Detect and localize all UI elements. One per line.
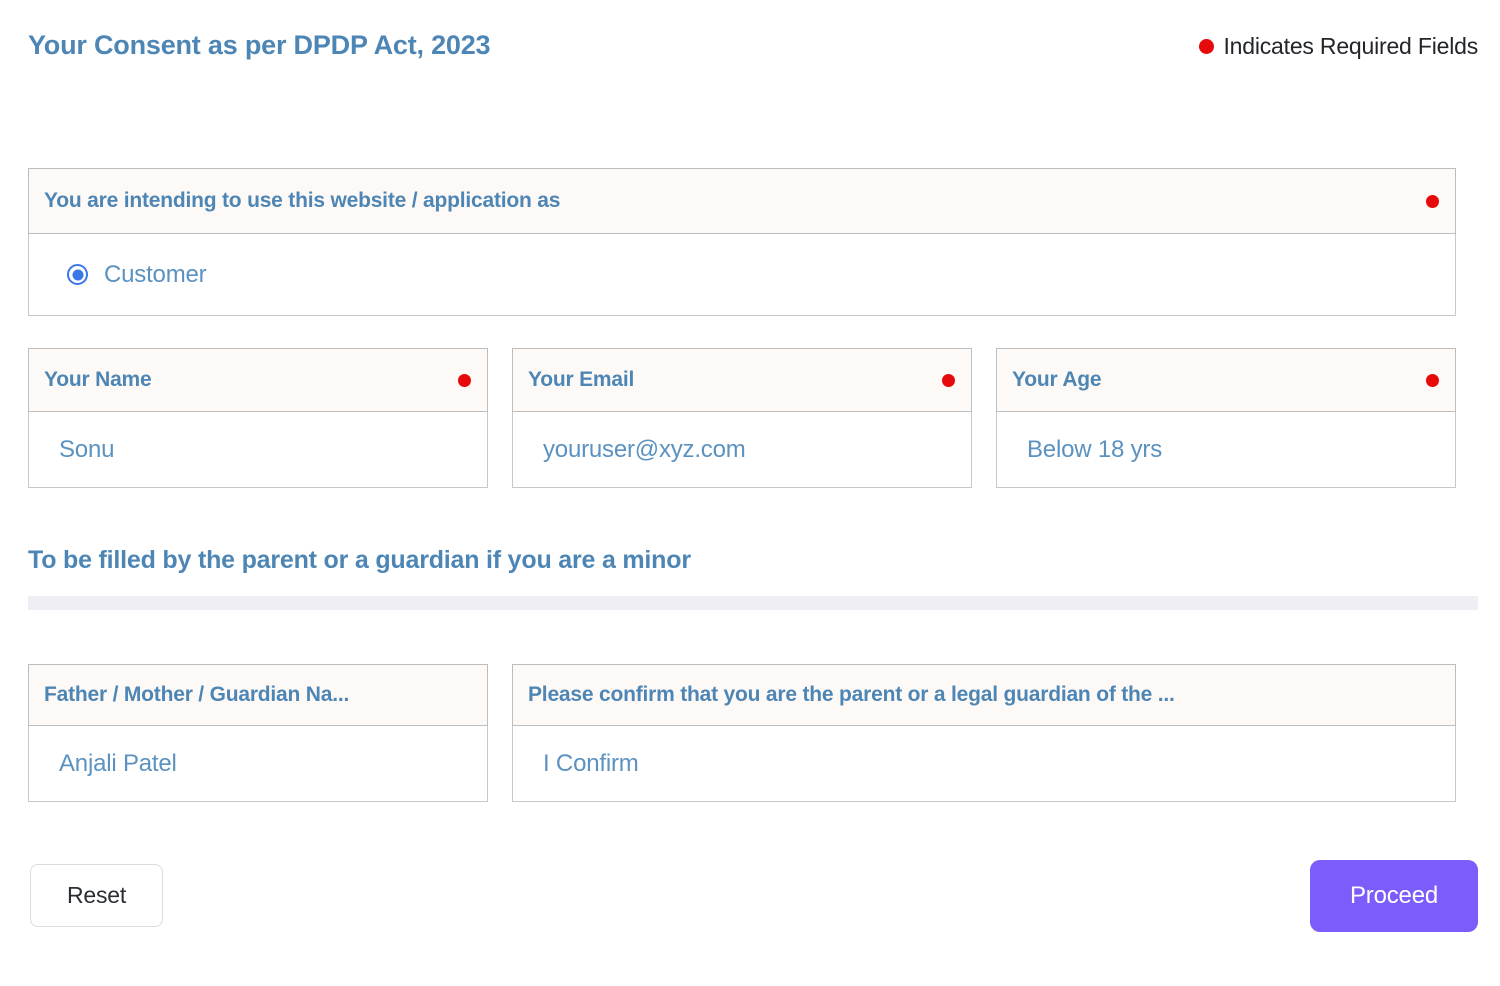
page-header: Your Consent as per DPDP Act, 2023 Indic… [0,0,1500,96]
guardian-fields-row: Father / Mother / Guardian Na... Anjali … [28,664,1456,802]
field-header: Your Name [28,348,488,412]
radio-option-customer[interactable]: Customer [67,261,206,289]
proceed-button[interactable]: Proceed [1310,860,1478,932]
field-your-name: Your Name Sonu [28,348,488,488]
role-selection-body: Customer [28,234,1456,316]
field-value: I Confirm [543,750,639,778]
field-label: Your Name [44,368,448,392]
role-selection-label: You are intending to use this website / … [44,189,1416,213]
required-fields-legend-label: Indicates Required Fields [1223,33,1478,60]
field-value: Below 18 yrs [1027,436,1162,464]
role-selection-header: You are intending to use this website / … [28,168,1456,234]
guardian-section-heading: To be filled by the parent or a guardian… [28,546,691,575]
name-input[interactable]: Sonu [28,412,488,488]
field-guardian-name: Father / Mother / Guardian Na... Anjali … [28,664,488,802]
role-selection-section: You are intending to use this website / … [28,168,1456,316]
field-your-email: Your Email youruser@xyz.com [512,348,972,488]
primary-fields-row: Your Name Sonu Your Email youruser@xyz.c… [28,348,1456,488]
field-label: Please confirm that you are the parent o… [528,683,1439,707]
required-indicator-icon [1426,195,1439,208]
radio-option-label: Customer [104,261,206,289]
required-fields-legend: Indicates Required Fields [1199,33,1478,60]
field-header: Father / Mother / Guardian Na... [28,664,488,726]
age-input[interactable]: Below 18 yrs [996,412,1456,488]
guardian-confirm-input[interactable]: I Confirm [512,726,1456,802]
field-value: youruser@xyz.com [543,436,746,464]
field-label: Your Email [528,368,932,392]
guardian-name-input[interactable]: Anjali Patel [28,726,488,802]
field-label: Your Age [1012,368,1416,392]
field-value: Anjali Patel [59,750,177,778]
field-guardian-confirm: Please confirm that you are the parent o… [512,664,1456,802]
consent-form-page: Your Consent as per DPDP Act, 2023 Indic… [0,0,1500,986]
field-header: Please confirm that you are the parent o… [512,664,1456,726]
email-input[interactable]: youruser@xyz.com [512,412,972,488]
field-header: Your Age [996,348,1456,412]
required-indicator-icon [458,374,471,387]
field-header: Your Email [512,348,972,412]
reset-button[interactable]: Reset [30,864,163,927]
required-indicator-icon [1199,39,1214,54]
field-label: Father / Mother / Guardian Na... [44,683,471,707]
required-indicator-icon [1426,374,1439,387]
page-title: Your Consent as per DPDP Act, 2023 [28,30,490,61]
field-value: Sonu [59,436,114,464]
required-indicator-icon [942,374,955,387]
radio-selected-icon[interactable] [67,264,88,285]
section-divider [28,596,1478,610]
field-your-age: Your Age Below 18 yrs [996,348,1456,488]
